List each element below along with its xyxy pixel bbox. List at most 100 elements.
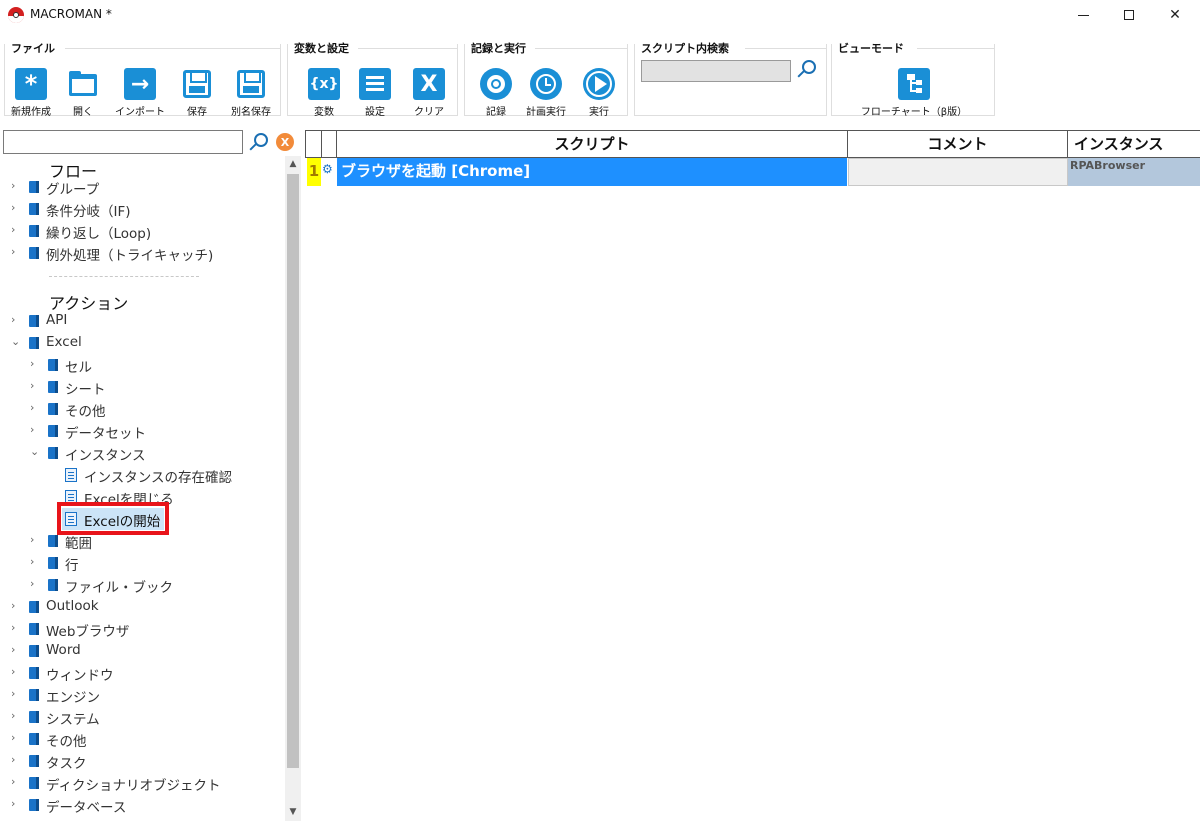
book-icon bbox=[29, 203, 39, 215]
scroll-up-icon[interactable]: ▲ bbox=[285, 156, 301, 172]
row-comment-cell[interactable] bbox=[848, 158, 1068, 186]
action-search-input[interactable] bbox=[3, 130, 243, 154]
chevron-right-icon[interactable]: › bbox=[11, 245, 21, 258]
minimize-icon bbox=[1077, 14, 1089, 16]
header-icon bbox=[322, 131, 337, 158]
book-icon bbox=[29, 645, 39, 657]
chevron-right-icon[interactable]: › bbox=[30, 577, 40, 590]
chevron-right-icon[interactable]: › bbox=[30, 401, 40, 414]
new-icon: * bbox=[15, 68, 47, 100]
grid-header: スクリプト コメント インスタンス bbox=[305, 130, 1200, 158]
chevron-right-icon[interactable]: › bbox=[11, 621, 21, 634]
maximize-button[interactable] bbox=[1106, 0, 1152, 30]
book-icon bbox=[29, 711, 39, 723]
title-bar: MACROMAN * ✕ bbox=[0, 0, 1200, 30]
chevron-right-icon[interactable]: › bbox=[11, 753, 21, 766]
group-label-search: スクリプト内検索 bbox=[641, 40, 733, 56]
chevron-right-icon[interactable]: › bbox=[30, 357, 40, 370]
book-icon bbox=[48, 535, 58, 547]
script-search-icon[interactable] bbox=[795, 58, 819, 82]
scroll-down-icon[interactable]: ▼ bbox=[285, 804, 301, 820]
chevron-right-icon[interactable]: › bbox=[11, 687, 21, 700]
clear-x-icon: X bbox=[413, 68, 445, 100]
scroll-thumb[interactable] bbox=[287, 174, 299, 768]
script-grid: スクリプト コメント インスタンス 1 ⚙ ブラウザを起動 [Chrome] R… bbox=[305, 130, 1200, 821]
app-logo-icon bbox=[8, 7, 24, 23]
chevron-right-icon[interactable]: › bbox=[11, 179, 21, 192]
header-instance[interactable]: インスタンス bbox=[1068, 131, 1200, 158]
close-button[interactable]: ✕ bbox=[1152, 0, 1198, 30]
chevron-right-icon[interactable]: › bbox=[11, 665, 21, 678]
view-mode-group: ビューモード フローチャート（β版） bbox=[831, 40, 995, 118]
toolbar: ファイル * 新規作成 開く → インポート 保存 別名保存 変数と設定 {x}… bbox=[0, 40, 1200, 118]
chevron-right-icon[interactable]: › bbox=[11, 775, 21, 788]
action-search-icon[interactable] bbox=[246, 132, 270, 154]
chevron-right-icon[interactable]: › bbox=[11, 709, 21, 722]
clock-icon bbox=[530, 68, 562, 100]
chevron-right-icon[interactable]: › bbox=[11, 797, 21, 810]
section-divider bbox=[49, 276, 199, 277]
tree-scrollbar[interactable]: ▲ ▼ bbox=[285, 156, 301, 821]
chevron-right-icon[interactable]: › bbox=[30, 423, 40, 436]
book-icon bbox=[29, 623, 39, 635]
action-header: アクション bbox=[49, 294, 129, 313]
chevron-right-icon[interactable]: › bbox=[11, 643, 21, 656]
book-icon bbox=[29, 777, 39, 789]
variable-icon: {x} bbox=[308, 68, 340, 100]
book-icon bbox=[48, 425, 58, 437]
book-icon bbox=[29, 181, 39, 193]
book-icon bbox=[29, 315, 39, 327]
chevron-right-icon[interactable]: › bbox=[30, 555, 40, 568]
run-button[interactable]: 実行 bbox=[571, 66, 627, 118]
import-arrow-icon: → bbox=[124, 68, 156, 100]
flowchart-view-button[interactable]: フローチャート（β版） bbox=[861, 66, 967, 118]
header-script[interactable]: スクリプト bbox=[337, 131, 848, 158]
chevron-right-icon[interactable]: › bbox=[11, 599, 21, 612]
clear-button[interactable]: X クリア bbox=[401, 66, 457, 118]
flowchart-icon bbox=[898, 68, 930, 100]
table-row[interactable]: 1 ⚙ ブラウザを起動 [Chrome] RPABrowser bbox=[305, 158, 1200, 186]
chevron-right-icon[interactable]: › bbox=[30, 533, 40, 546]
script-search-input[interactable] bbox=[641, 60, 791, 82]
minimize-button[interactable] bbox=[1060, 0, 1106, 30]
book-icon bbox=[29, 601, 39, 613]
row-number: 1 bbox=[307, 158, 321, 186]
header-comment[interactable]: コメント bbox=[848, 131, 1068, 158]
header-row-number bbox=[305, 131, 322, 158]
group-label-view: ビューモード bbox=[838, 40, 908, 56]
book-icon bbox=[29, 733, 39, 745]
folder-icon bbox=[67, 68, 99, 100]
chevron-down-icon[interactable]: ⌄ bbox=[11, 335, 21, 348]
save-as-button[interactable]: 別名保存 bbox=[223, 66, 279, 118]
book-icon bbox=[29, 247, 39, 259]
chevron-right-icon[interactable]: › bbox=[30, 379, 40, 392]
group-label-file: ファイル bbox=[11, 40, 59, 56]
settings-list-icon bbox=[359, 68, 391, 100]
clear-search-icon[interactable]: X bbox=[276, 133, 294, 151]
chevron-down-icon[interactable]: ⌄ bbox=[30, 445, 40, 458]
book-icon bbox=[29, 337, 39, 349]
book-icon bbox=[29, 667, 39, 679]
book-icon bbox=[29, 755, 39, 767]
maximize-icon bbox=[1124, 10, 1134, 20]
play-icon bbox=[583, 68, 615, 100]
row-instance-cell[interactable]: RPABrowser bbox=[1068, 158, 1200, 186]
close-icon: ✕ bbox=[1169, 7, 1181, 23]
variables-group: 変数と設定 {x} 変数 設定 X クリア bbox=[287, 40, 458, 118]
book-icon bbox=[29, 799, 39, 811]
chevron-right-icon[interactable]: › bbox=[11, 731, 21, 744]
book-icon bbox=[29, 689, 39, 701]
book-icon bbox=[48, 381, 58, 393]
chevron-right-icon[interactable]: › bbox=[11, 201, 21, 214]
record-run-group: 記録と実行 記録 計画実行 実行 bbox=[464, 40, 628, 118]
book-icon bbox=[48, 579, 58, 591]
window-title: MACROMAN * bbox=[30, 7, 112, 21]
book-icon bbox=[29, 225, 39, 237]
document-icon bbox=[65, 468, 77, 482]
save-disk-icon bbox=[181, 68, 213, 100]
book-icon bbox=[48, 359, 58, 371]
chevron-right-icon[interactable]: › bbox=[11, 313, 21, 326]
script-search-group: スクリプト内検索 bbox=[634, 40, 827, 116]
chevron-right-icon[interactable]: › bbox=[11, 223, 21, 236]
row-script-cell[interactable]: ブラウザを起動 [Chrome] bbox=[337, 158, 847, 186]
